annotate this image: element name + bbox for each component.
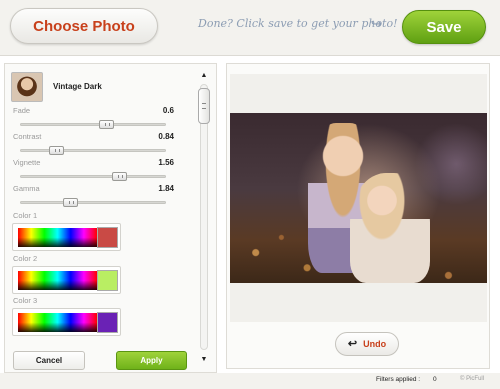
color-1-picker[interactable] <box>12 223 121 251</box>
color-1-label: Color 1 <box>13 211 38 220</box>
photo-subject-2 <box>350 173 430 283</box>
color-2-spectrum[interactable] <box>18 271 97 290</box>
save-button[interactable]: Save <box>402 10 486 44</box>
filter-name: Vintage Dark <box>53 82 102 91</box>
filter-thumbnail <box>11 72 43 102</box>
color-3-label: Color 3 <box>13 296 38 305</box>
undo-button[interactable]: ↩ Undo <box>335 332 399 356</box>
gamma-value: 1.84 <box>158 184 174 193</box>
apply-button[interactable]: Apply <box>116 351 187 370</box>
fade-slider-handle[interactable] <box>98 120 114 129</box>
color-3-spectrum[interactable] <box>18 313 97 332</box>
cancel-button[interactable]: Cancel <box>13 351 85 370</box>
color-3-picker[interactable] <box>12 308 121 336</box>
fade-label: Fade <box>13 106 31 115</box>
status-footer <box>0 373 500 389</box>
gamma-slider[interactable] <box>20 201 166 204</box>
curved-arrow-icon: ↪ <box>371 16 382 31</box>
vignette-label: Vignette <box>13 158 41 167</box>
settings-scrollbar[interactable]: ▲ ▼ <box>197 68 211 366</box>
vignette-value: 1.56 <box>158 158 174 167</box>
scroll-thumb[interactable] <box>198 88 210 124</box>
color-2-label: Color 2 <box>13 254 38 263</box>
brand-logo: © PicFull <box>460 376 485 382</box>
photo-preview <box>230 113 487 283</box>
color-1-spectrum[interactable] <box>18 228 97 247</box>
color-2-picker[interactable] <box>12 266 121 294</box>
contrast-slider-handle[interactable] <box>48 146 64 155</box>
filters-applied-label: Filters applied : <box>376 376 421 383</box>
gamma-slider-handle[interactable] <box>63 198 79 207</box>
contrast-value: 0.84 <box>158 132 174 141</box>
filters-applied-count: 0 <box>433 376 437 383</box>
gamma-label: Gamma <box>13 184 40 193</box>
scroll-up-arrow-icon[interactable]: ▲ <box>197 68 211 82</box>
color-1-swatch[interactable] <box>97 227 118 248</box>
color-3-swatch[interactable] <box>97 312 118 333</box>
scroll-down-arrow-icon[interactable]: ▼ <box>197 352 211 366</box>
contrast-slider[interactable] <box>20 149 166 152</box>
color-2-swatch[interactable] <box>97 270 118 291</box>
undo-label: Undo <box>363 339 387 349</box>
contrast-label: Contrast <box>13 132 42 141</box>
vignette-slider[interactable] <box>20 175 166 178</box>
fade-slider[interactable] <box>20 123 166 126</box>
fade-value: 0.6 <box>162 106 174 115</box>
vignette-slider-handle[interactable] <box>111 172 127 181</box>
undo-arrow-icon: ↩ <box>347 337 358 350</box>
save-hint-text: Done? Click save to get your photo! <box>198 17 398 30</box>
choose-photo-button[interactable]: Choose Photo <box>10 8 158 44</box>
